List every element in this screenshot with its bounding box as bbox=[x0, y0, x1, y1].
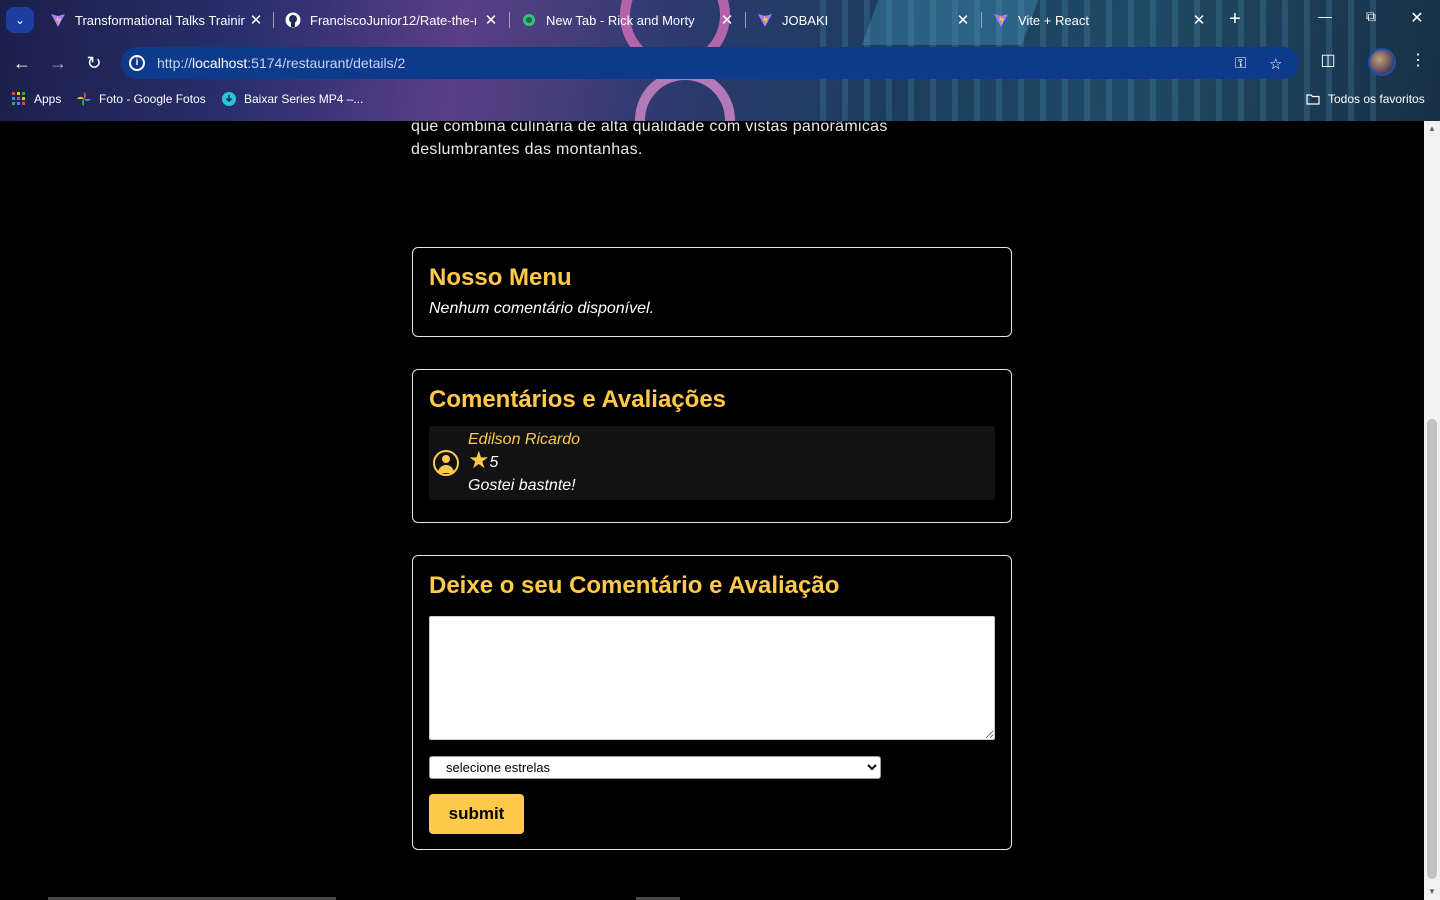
browser-toolbar: ← → ↻ i http://localhost:5174/restaurant… bbox=[0, 44, 1440, 82]
rating-value: 5 bbox=[489, 454, 499, 471]
tab-title: Vite + React bbox=[1018, 12, 1089, 28]
key-icon[interactable]: ⚿ bbox=[1235, 55, 1246, 72]
close-icon: ✕ bbox=[1410, 10, 1424, 27]
comment-textarea[interactable] bbox=[429, 616, 995, 740]
extensions-icon[interactable]: ◫ bbox=[1315, 50, 1341, 70]
more-menu-icon[interactable]: ⋮ bbox=[1405, 50, 1431, 70]
reload-button[interactable]: ↻ bbox=[81, 50, 107, 76]
new-tab-button[interactable]: + bbox=[1223, 8, 1247, 32]
github-icon bbox=[285, 12, 301, 28]
close-icon[interactable]: ✕ bbox=[248, 11, 264, 29]
close-icon[interactable]: ✕ bbox=[483, 11, 499, 29]
extension-globe-icon bbox=[523, 14, 535, 26]
review-form: Deixe o seu Comentário e Avaliação selec… bbox=[412, 555, 1012, 850]
tab-search-button[interactable]: ⌄ bbox=[6, 7, 34, 33]
reload-icon: ↻ bbox=[86, 53, 102, 73]
scroll-up-icon[interactable]: ▲ bbox=[1428, 124, 1436, 133]
tab-title: JOBAKI bbox=[782, 12, 829, 28]
profile-avatar[interactable] bbox=[1368, 48, 1396, 76]
tab-2[interactable]: FranciscoJunior12/Rate-the-res ✕ bbox=[285, 6, 499, 34]
forward-button[interactable]: → bbox=[45, 50, 71, 76]
folder-icon bbox=[1306, 94, 1320, 105]
star-icon: ★ bbox=[468, 447, 490, 474]
plus-icon: + bbox=[1229, 8, 1241, 30]
arrow-left-icon: ← bbox=[13, 53, 31, 73]
submit-button[interactable]: submit bbox=[429, 794, 524, 834]
restore-icon: ⧉ bbox=[1366, 8, 1376, 24]
bookmark-apps[interactable]: Apps bbox=[12, 92, 61, 106]
download-icon bbox=[222, 92, 236, 106]
tab-3[interactable]: New Tab - Rick and Morty ✕ bbox=[521, 6, 735, 34]
bookmark-star-icon[interactable]: ☆ bbox=[1269, 55, 1282, 73]
vite-logo-icon bbox=[994, 14, 1008, 27]
comments-title: Comentários e Avaliações bbox=[429, 386, 727, 413]
close-icon[interactable]: ✕ bbox=[1191, 11, 1207, 29]
tab-title: FranciscoJunior12/Rate-the-res bbox=[310, 12, 476, 28]
vertical-scrollbar[interactable]: ▲ ▼ bbox=[1424, 121, 1440, 900]
bookmarks-bar: Apps Foto - Google Fotos Baixar Series M… bbox=[0, 86, 1440, 114]
arrow-right-icon: → bbox=[49, 53, 67, 73]
window-close-button[interactable]: ✕ bbox=[1402, 8, 1432, 28]
url-text[interactable]: http://localhost:5174/restaurant/details… bbox=[157, 55, 405, 71]
minimize-icon: — bbox=[1318, 8, 1332, 24]
bookmark-all-folder[interactable]: Todos os favoritos bbox=[1306, 92, 1425, 106]
scroll-down-icon[interactable]: ▼ bbox=[1428, 887, 1436, 896]
review-form-title: Deixe o seu Comentário e Avaliação bbox=[429, 572, 840, 599]
close-icon[interactable]: ✕ bbox=[719, 11, 735, 29]
back-button[interactable]: ← bbox=[9, 50, 35, 76]
site-info-icon[interactable]: i bbox=[129, 55, 145, 71]
menu-empty-text: Nenhum comentário disponível. bbox=[429, 300, 655, 317]
comment-text: Gostei bastnte! bbox=[468, 477, 576, 494]
scrollbar-thumb[interactable] bbox=[1427, 419, 1437, 879]
vite-logo-icon bbox=[51, 14, 65, 27]
vite-logo-icon bbox=[758, 14, 772, 27]
comments-section: Comentários e Avaliações Edilson Ricardo… bbox=[412, 369, 1012, 523]
comment-item: Edilson Ricardo ★ 5 Gostei bastnte! bbox=[429, 426, 995, 500]
restaurant-description: que combina culinária de alta qualidade … bbox=[411, 121, 888, 158]
tab-5-active[interactable]: Vite + React ✕ bbox=[993, 6, 1207, 34]
apps-grid-icon bbox=[12, 92, 25, 105]
tab-1[interactable]: Transformational Talks Training ✕ bbox=[50, 6, 264, 34]
browser-chrome: ⌄ Transformational Talks Training ✕ Fran… bbox=[0, 0, 1440, 121]
address-bar[interactable]: i http://localhost:5174/restaurant/detai… bbox=[121, 47, 1299, 79]
restore-button[interactable]: ⧉ bbox=[1356, 8, 1386, 25]
chevron-down-icon: ⌄ bbox=[14, 13, 26, 27]
tab-title: New Tab - Rick and Morty bbox=[546, 12, 695, 28]
close-icon[interactable]: ✕ bbox=[955, 11, 971, 29]
google-photos-icon bbox=[77, 92, 91, 106]
page-content: que combina culinária de alta qualidade … bbox=[0, 121, 1424, 900]
menu-title: Nosso Menu bbox=[429, 264, 572, 291]
stars-select[interactable]: selecione estrelas bbox=[429, 756, 881, 779]
comment-rating: ★ 5 bbox=[468, 447, 499, 474]
bookmark-google-photos[interactable]: Foto - Google Fotos bbox=[77, 92, 206, 106]
minimize-button[interactable]: — bbox=[1310, 8, 1340, 24]
tab-strip: ⌄ Transformational Talks Training ✕ Fran… bbox=[0, 0, 1440, 40]
bookmark-series[interactable]: Baixar Series MP4 –... bbox=[222, 92, 363, 106]
tab-4[interactable]: JOBAKI ✕ bbox=[757, 6, 971, 34]
menu-section: Nosso Menu Nenhum comentário disponível. bbox=[412, 247, 1012, 337]
user-circle-icon bbox=[433, 450, 459, 476]
tab-title: Transformational Talks Training bbox=[75, 12, 245, 28]
